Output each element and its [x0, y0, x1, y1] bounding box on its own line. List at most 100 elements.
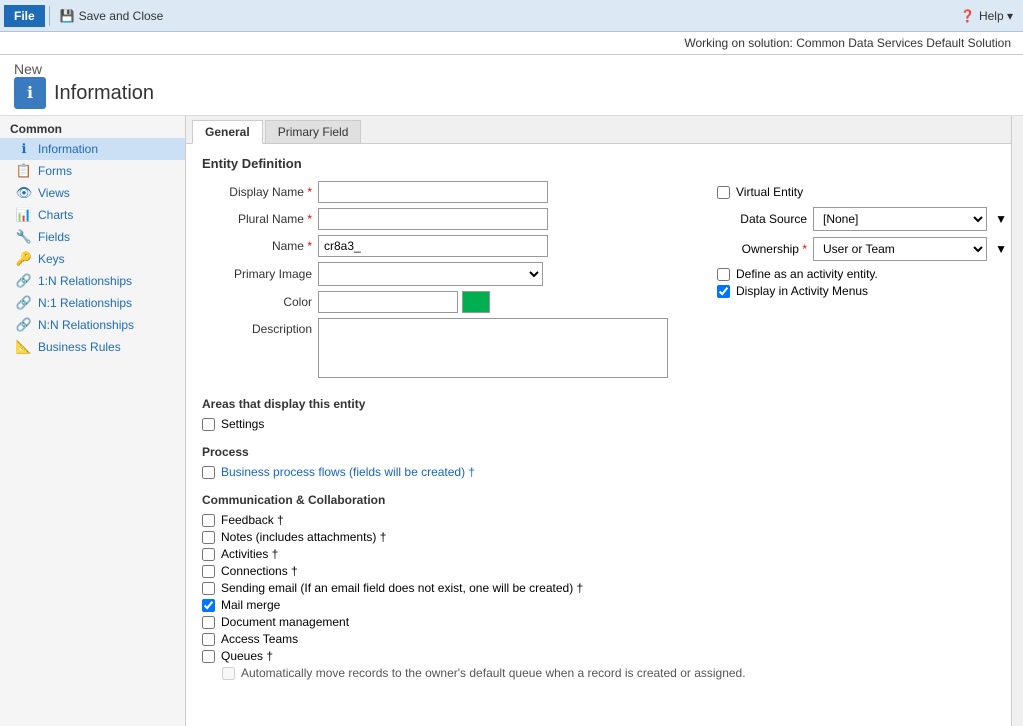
sidebar-item-fields[interactable]: 🔧 Fields: [0, 226, 185, 248]
file-button[interactable]: File: [4, 5, 45, 27]
description-textarea[interactable]: [318, 318, 668, 378]
solution-bar: Working on solution: Common Data Service…: [0, 32, 1023, 55]
sidebar-item-charts[interactable]: 📊 Charts: [0, 204, 185, 226]
page-title: Information: [54, 82, 154, 105]
bpf-checkbox[interactable]: [202, 466, 215, 479]
help-icon: ❓: [960, 9, 975, 23]
settings-checkbox[interactable]: [202, 418, 215, 431]
1n-relationships-icon: 🔗: [16, 273, 32, 289]
color-input[interactable]: [318, 291, 458, 313]
header-area: New ℹ Information: [0, 55, 1023, 116]
plural-name-row: Plural Name *: [202, 208, 687, 230]
notes-row: Notes (includes attachments) †: [202, 530, 1007, 544]
content-area: General Primary Field Entity Definition …: [186, 116, 1023, 726]
ownership-select[interactable]: User or Team Organization: [813, 237, 987, 261]
information-icon: ℹ: [16, 141, 32, 157]
toolbar: File 💾 Save and Close ❓ Help ▾: [0, 0, 1023, 32]
queues-row: Queues †: [202, 649, 1007, 663]
process-title: Process: [202, 445, 1007, 459]
form-content: Entity Definition Display Name * Plural …: [186, 144, 1023, 695]
define-activity-checkbox[interactable]: [717, 268, 730, 281]
connections-row: Connections †: [202, 564, 1007, 578]
fields-icon: 🔧: [16, 229, 32, 245]
sidebar-section-common: Common: [0, 116, 185, 138]
bpf-row: Business process flows (fields will be c…: [202, 465, 1007, 479]
queues-checkbox[interactable]: [202, 650, 215, 663]
ownership-dropdown-icon: ▼: [995, 242, 1007, 256]
name-row: Name *: [202, 235, 687, 257]
virtual-entity-label: Virtual Entity: [736, 185, 803, 199]
areas-section: Areas that display this entity Settings: [202, 397, 1007, 431]
tab-general[interactable]: General: [192, 120, 263, 144]
activities-row: Activities †: [202, 547, 1007, 561]
ownership-row: Ownership * User or Team Organization ▼: [717, 237, 1007, 261]
process-section: Process Business process flows (fields w…: [202, 445, 1007, 479]
name-label: Name *: [202, 239, 312, 253]
color-row: Color: [202, 291, 687, 313]
data-source-select[interactable]: [None]: [813, 207, 987, 231]
notes-checkbox[interactable]: [202, 531, 215, 544]
primary-image-row: Primary Image: [202, 262, 687, 286]
sidebar-item-forms[interactable]: 📋 Forms: [0, 160, 185, 182]
description-row: Description: [202, 318, 687, 378]
description-label: Description: [202, 318, 312, 336]
data-source-row: Data Source [None] ▼: [717, 207, 1007, 231]
define-activity-row: Define as an activity entity.: [717, 267, 1007, 281]
sidebar: Common ℹ Information 📋 Forms 👁 Views 📊 C…: [0, 116, 186, 726]
areas-title: Areas that display this entity: [202, 397, 1007, 411]
display-name-row: Display Name *: [202, 181, 687, 203]
connections-checkbox[interactable]: [202, 565, 215, 578]
ownership-label: Ownership *: [717, 242, 807, 256]
settings-row: Settings: [202, 417, 1007, 431]
n1-relationships-icon: 🔗: [16, 295, 32, 311]
header-icon: ℹ: [14, 77, 46, 109]
auto-queue-row: Automatically move records to the owner'…: [202, 666, 1007, 680]
doc-management-row: Document management: [202, 615, 1007, 629]
forms-icon: 📋: [16, 163, 32, 179]
new-label: New: [14, 61, 154, 77]
feedback-checkbox[interactable]: [202, 514, 215, 527]
views-icon: 👁: [16, 185, 32, 201]
communication-section: Communication & Collaboration Feedback †…: [202, 493, 1007, 680]
primary-image-label: Primary Image: [202, 267, 312, 281]
mail-merge-row: Mail merge: [202, 598, 1007, 612]
activities-checkbox[interactable]: [202, 548, 215, 561]
access-teams-checkbox[interactable]: [202, 633, 215, 646]
entity-definition-layout: Display Name * Plural Name *: [202, 181, 1007, 383]
save-icon: 💾: [60, 9, 75, 23]
sidebar-item-keys[interactable]: 🔑 Keys: [0, 248, 185, 270]
color-swatch[interactable]: [462, 291, 490, 313]
plural-name-label: Plural Name *: [202, 212, 312, 226]
sidebar-item-1n-relationships[interactable]: 🔗 1:N Relationships: [0, 270, 185, 292]
sidebar-item-business-rules[interactable]: 📐 Business Rules: [0, 336, 185, 358]
name-input[interactable]: [318, 235, 548, 257]
virtual-entity-checkbox[interactable]: [717, 186, 730, 199]
tab-bar: General Primary Field: [186, 116, 1023, 144]
toolbar-separator: [49, 6, 50, 26]
help-button[interactable]: ❓ Help ▾: [954, 7, 1019, 25]
feedback-row: Feedback †: [202, 513, 1007, 527]
auto-queue-checkbox[interactable]: [222, 667, 235, 680]
sidebar-item-information[interactable]: ℹ Information: [0, 138, 185, 160]
mail-merge-checkbox[interactable]: [202, 599, 215, 612]
doc-management-checkbox[interactable]: [202, 616, 215, 629]
entity-def-right: Virtual Entity Data Source [None] ▼ Owne…: [687, 181, 1007, 383]
business-rules-icon: 📐: [16, 339, 32, 355]
display-activity-menus-row: Display in Activity Menus: [717, 284, 1007, 298]
sending-email-checkbox[interactable]: [202, 582, 215, 595]
keys-icon: 🔑: [16, 251, 32, 267]
save-close-button[interactable]: 💾 Save and Close: [54, 7, 170, 25]
entity-definition-title: Entity Definition: [202, 156, 1007, 171]
display-name-label: Display Name *: [202, 185, 312, 199]
color-label: Color: [202, 295, 312, 309]
sidebar-item-nn-relationships[interactable]: 🔗 N:N Relationships: [0, 314, 185, 336]
scrollbar-track[interactable]: [1011, 116, 1023, 726]
display-activity-menus-checkbox[interactable]: [717, 285, 730, 298]
sidebar-item-n1-relationships[interactable]: 🔗 N:1 Relationships: [0, 292, 185, 314]
sidebar-item-views[interactable]: 👁 Views: [0, 182, 185, 204]
primary-image-select[interactable]: [318, 262, 543, 286]
plural-name-input[interactable]: [318, 208, 548, 230]
display-name-input[interactable]: [318, 181, 548, 203]
tab-primary-field[interactable]: Primary Field: [265, 120, 362, 143]
communication-title: Communication & Collaboration: [202, 493, 1007, 507]
